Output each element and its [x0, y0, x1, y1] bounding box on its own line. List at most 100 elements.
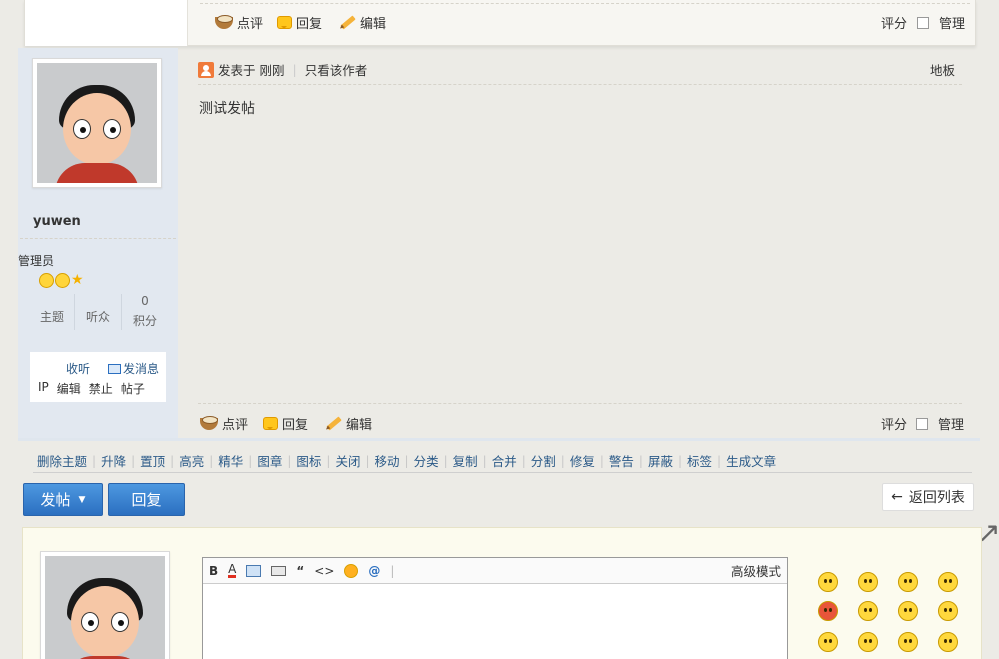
back-to-list-button[interactable]: ← 返回列表 [882, 483, 974, 511]
mod-bump[interactable]: 升降 [101, 451, 126, 470]
prev-rate-link[interactable]: 评分 [881, 13, 907, 32]
emoticon-think-icon[interactable] [818, 632, 838, 652]
mention-icon[interactable]: @ [368, 564, 380, 578]
post-bottom-border [18, 438, 980, 441]
avatar[interactable] [32, 58, 162, 188]
reply-editor: B A “ <> @ | 高级模式 [202, 557, 788, 659]
rate-link[interactable]: 评分 [881, 414, 907, 433]
author-actions: 收听 发消息 IP 编辑 禁止 帖子 [30, 352, 166, 402]
reply-icon [277, 16, 292, 29]
advanced-mode-link[interactable]: 高级模式 [731, 561, 781, 580]
stat-threads[interactable]: 主题 [32, 294, 72, 325]
emoticon-tongue-icon[interactable] [898, 601, 918, 621]
user-icon [198, 61, 214, 78]
code-icon[interactable]: <> [314, 564, 334, 578]
user-posts-link[interactable]: 帖子 [121, 380, 145, 397]
reply-avatar[interactable] [40, 551, 170, 659]
post-body: 测试发帖 [199, 101, 255, 117]
emoticon-surprised-icon[interactable] [858, 601, 878, 621]
author-group[interactable]: 管理员 [18, 252, 54, 269]
reply-main-button[interactable]: 回复 [108, 483, 185, 516]
emoticon-smile-icon[interactable] [818, 572, 838, 592]
comment-button[interactable]: 点评 [200, 414, 248, 433]
stat-credits[interactable]: 0 积分 [125, 294, 165, 329]
mod-icon[interactable]: 图标 [296, 451, 321, 470]
mod-stamp[interactable]: 图章 [257, 451, 282, 470]
bold-button[interactable]: B [209, 564, 218, 578]
stat-followers[interactable]: 听众 [78, 294, 118, 325]
mod-close[interactable]: 关闭 [335, 451, 360, 470]
reply-icon [263, 417, 278, 430]
divider [200, 3, 970, 4]
mod-digest[interactable]: 精华 [218, 451, 243, 470]
prev-edit-button[interactable]: 编辑 [340, 13, 386, 32]
link-icon[interactable] [271, 565, 287, 576]
checkbox[interactable] [916, 417, 928, 430]
reply-textarea[interactable] [203, 584, 787, 659]
author-username[interactable]: yuwen [33, 214, 81, 229]
image-icon[interactable] [246, 564, 262, 577]
prev-reply-button[interactable]: 回复 [277, 13, 322, 32]
mod-block[interactable]: 屏蔽 [648, 451, 673, 470]
prev-manage-checkbox[interactable]: 管理 [917, 13, 965, 32]
mail-icon [108, 363, 121, 374]
follow-link[interactable]: 收听 [66, 360, 90, 377]
ip-link[interactable]: IP [38, 380, 49, 397]
editor-toolbar: B A “ <> @ | 高级模式 [203, 558, 787, 584]
chevron-down-icon: ▼ [78, 494, 86, 505]
edit-user-link[interactable]: 编辑 [57, 380, 81, 397]
floor-number[interactable]: 地板 [930, 60, 955, 79]
mod-repair[interactable]: 修复 [570, 451, 595, 470]
divider [20, 238, 176, 239]
emoticon-icon[interactable] [344, 563, 359, 578]
mod-generate-article[interactable]: 生成文章 [726, 451, 776, 470]
pencil-icon [326, 416, 342, 431]
mod-split[interactable]: 分割 [531, 451, 556, 470]
rank-icons: ★ [39, 272, 84, 288]
mod-merge[interactable]: 合并 [492, 451, 517, 470]
mod-delete-thread[interactable]: 删除主题 [37, 451, 87, 470]
manage-checkbox[interactable]: 管理 [916, 414, 964, 433]
prev-comment-button[interactable]: 点评 [215, 13, 263, 32]
divider [198, 84, 962, 85]
mod-stick[interactable]: 置顶 [140, 451, 165, 470]
only-author-link[interactable]: 只看该作者 [305, 60, 368, 79]
comment-icon [200, 415, 218, 430]
emoticon-shy-icon[interactable] [938, 601, 958, 621]
mod-highlight[interactable]: 高亮 [179, 451, 204, 470]
author-stats: 主题 听众 0 积分 [18, 294, 178, 330]
emoticon-cry-icon[interactable] [938, 572, 958, 592]
new-post-button[interactable]: 发帖 ▼ [23, 483, 103, 516]
post-meta: 发表于 刚刚 | 只看该作者 [198, 60, 367, 79]
edit-button[interactable]: 编辑 [326, 414, 372, 433]
post-time: 刚刚 [259, 63, 285, 78]
previous-post-sidebar [25, 0, 188, 46]
mod-tag[interactable]: 标签 [687, 451, 712, 470]
avatar-image [45, 556, 165, 659]
font-color-button[interactable]: A [228, 563, 237, 578]
smile-icon [55, 272, 70, 288]
send-message-link[interactable]: 发消息 [108, 360, 159, 377]
emoticon-bigsmile-icon[interactable] [938, 632, 958, 652]
ban-user-link[interactable]: 禁止 [89, 380, 113, 397]
author-sidebar: yuwen 管理员 ★ 主题 听众 0 积分 收听 发消息 IP 编辑 禁止 帖… [18, 48, 178, 438]
mod-copy[interactable]: 复制 [453, 451, 478, 470]
quote-icon[interactable]: “ [296, 564, 304, 578]
pencil-icon [340, 15, 356, 30]
divider [33, 472, 972, 473]
emoticon-grin-icon[interactable] [898, 572, 918, 592]
emoticon-sad-icon[interactable] [858, 572, 878, 592]
mod-move[interactable]: 移动 [375, 451, 400, 470]
previous-post: 点评 回复 编辑 评分 管理 [24, 0, 976, 46]
reply-button[interactable]: 回复 [263, 414, 308, 433]
emoticon-angry-icon[interactable] [818, 601, 838, 621]
avatar-image [37, 63, 157, 183]
arrow-left-icon: ← [891, 489, 903, 505]
checkbox[interactable] [917, 16, 929, 29]
mod-toolbar: 删除主题 | 升降 | 置顶 | 高亮 | 精华 | 图章 | 图标 | 关闭 | 移动 | 分类… [37, 451, 776, 470]
star-icon: ★ [71, 272, 84, 288]
emoticon-laugh-icon[interactable] [898, 632, 918, 652]
mod-classify[interactable]: 分类 [414, 451, 439, 470]
mod-warn[interactable]: 警告 [609, 451, 634, 470]
emoticon-wink-icon[interactable] [858, 632, 878, 652]
